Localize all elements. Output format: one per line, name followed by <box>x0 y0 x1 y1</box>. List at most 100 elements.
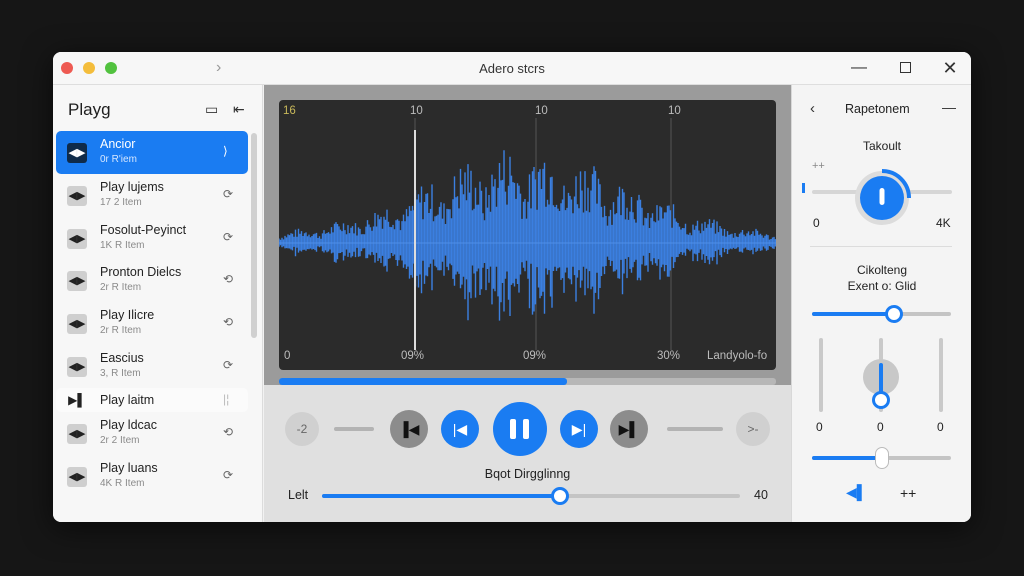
eq-slider-1[interactable] <box>819 338 823 412</box>
top-label: 10 <box>668 105 681 117</box>
item-name: Eascius <box>100 350 144 365</box>
minimize-button[interactable]: — <box>848 57 870 79</box>
track-icon: ◀▶ <box>67 143 87 163</box>
balance-knob[interactable] <box>874 447 889 469</box>
item-name: Play luans <box>100 460 158 475</box>
pause-button[interactable] <box>493 402 547 456</box>
track-icon: ◀▶ <box>67 314 87 335</box>
item-name: Play ldcac <box>100 417 157 432</box>
play-arrow-icon[interactable]: ⟳ <box>223 230 233 244</box>
volume-right-label: 40 <box>754 488 768 502</box>
play-icon: ▶▌ <box>68 392 86 407</box>
list-item[interactable]: ◀▶ Pronton Dielcs 2r R Item ⟲ <box>56 259 248 302</box>
chevron-left-icon[interactable]: ‹ <box>810 100 815 117</box>
bottom-plus-button[interactable]: ++ <box>900 485 916 501</box>
knob-ring <box>855 169 911 225</box>
list-item[interactable]: ◀▶ Ancior 0r R'iem ⟩ <box>56 131 248 174</box>
list-item[interactable]: ◀▶ Eascius 3, R Item ⟳ <box>56 345 248 388</box>
progress-fill <box>279 378 568 385</box>
knob-max-label: 4K <box>936 216 951 230</box>
eq-value: 0 <box>937 420 944 434</box>
play-arrow-icon[interactable]: ⟲ <box>223 272 233 286</box>
balance-slider[interactable] <box>812 447 951 469</box>
item-name: Pronton Dielcs <box>100 265 182 280</box>
play-arrow-icon[interactable]: ⟩ <box>223 144 228 158</box>
play-arrow-icon[interactable]: ⟳ <box>223 187 233 201</box>
glide-knob[interactable] <box>885 305 903 323</box>
item-subtitle: 3, R Item <box>100 367 141 379</box>
top-label: 16 <box>283 105 296 117</box>
top-label: 10 <box>535 105 548 117</box>
item-subtitle: 17 2 Item <box>100 196 142 208</box>
waveform-path <box>279 150 776 321</box>
playlist-sidebar: Playg ▭ ⇤ ◀▶ Ancior 0r R'iem ⟩ ◀▶ Play l… <box>53 85 263 522</box>
divider-dash <box>334 427 374 431</box>
play-arrow-icon[interactable]: ⟳ <box>223 468 233 482</box>
bottom-label: 09% <box>523 350 547 362</box>
sort-icon[interactable]: ⇤ <box>233 101 245 118</box>
glide-fill <box>812 312 894 316</box>
play-arrow-icon[interactable]: ⟲ <box>223 425 233 439</box>
waveform-graphic <box>279 118 776 350</box>
track-icon: ◀▶ <box>67 271 87 292</box>
track-icon: ◀▶ <box>67 228 87 249</box>
list-item[interactable]: ◀▶ Fosolut-Peyinct 1K R Item ⟳ <box>56 217 248 260</box>
pause-bar <box>523 419 529 439</box>
item-name: Play laitm <box>100 392 155 407</box>
play-arrow-icon[interactable]: ⟲ <box>223 315 233 329</box>
section-divider <box>810 246 952 247</box>
item-name: Fosolut-Peyinct <box>100 222 187 237</box>
list-item[interactable]: ▶▌ Play laitm |¦ <box>56 387 248 412</box>
speaker-left-icon[interactable]: ◀▌ <box>846 484 867 501</box>
bottom-label: 09% <box>401 350 425 362</box>
rewind-ghost-button[interactable]: -2 <box>285 412 319 446</box>
volume-slider[interactable] <box>322 487 740 505</box>
transport-controls: -2 ▐◀ |◀ ▶| ▶▌ >- Bqot Dirgglinng Lelt 4… <box>264 385 791 522</box>
track-icon: ◀▶ <box>67 466 87 487</box>
glide-slider[interactable] <box>812 305 951 323</box>
playback-progress[interactable] <box>279 378 776 385</box>
bottom-label: 0 <box>284 350 291 362</box>
next-icon[interactable]: ▶| <box>560 410 598 448</box>
list-item[interactable]: ◀▶ Play lujems 17 2 Item ⟳ <box>56 174 248 217</box>
section-label: Exent o: Glid <box>847 279 917 293</box>
play-arrow-icon[interactable]: ⟳ <box>223 358 233 372</box>
previous-icon[interactable]: |◀ <box>441 410 479 448</box>
waveform-display[interactable]: 16 10 10 10 0 09% 09% 30% Landyolo-fo <box>279 100 776 370</box>
minus-icon[interactable]: — <box>942 99 956 115</box>
eq-value: 0 <box>816 420 823 434</box>
eq-knob[interactable] <box>872 391 890 409</box>
right-panel: ‹ Rapetonem — Takoult ++ 0 4K Cikolteng … <box>791 85 971 522</box>
item-name: Play lujems <box>100 179 164 194</box>
folder-icon[interactable]: ▭ <box>205 101 218 118</box>
top-label: 10 <box>410 105 423 117</box>
knob-label: Takoult <box>862 139 902 153</box>
item-subtitle: 1K R Item <box>100 239 145 251</box>
pause-bar <box>510 419 516 439</box>
list-item[interactable]: ◀▶ Play ldcac 2r 2 Item ⟲ <box>56 412 248 455</box>
forward-ghost-button[interactable]: >- <box>736 412 770 446</box>
volume-title: Bqot Dirgglinng <box>484 467 571 481</box>
section-label: Cikolteng <box>856 263 908 277</box>
volume-knob[interactable] <box>551 487 570 505</box>
balance-fill <box>812 456 882 460</box>
sidebar-scrollbar[interactable] <box>251 133 257 338</box>
item-subtitle: 4K R Item <box>100 477 145 489</box>
list-item[interactable]: ◀▶ Play Ilicre 2r R Item ⟲ <box>56 302 248 345</box>
list-item[interactable]: ◀▶ Play luans 4K R Item ⟳ <box>56 455 248 498</box>
eq-slider-3[interactable] <box>939 338 943 412</box>
bars-icon: |¦ <box>223 391 230 406</box>
rotary-knob[interactable] <box>852 168 912 228</box>
skip-forward-icon[interactable]: ▶▌ <box>610 410 648 448</box>
window-title: Adero stcrs <box>479 61 545 76</box>
playlist-list: ◀▶ Ancior 0r R'iem ⟩ ◀▶ Play lujems 17 2… <box>56 131 248 497</box>
small-plus-label: ++ <box>812 160 825 172</box>
bottom-label: 30% <box>657 350 681 362</box>
level-marker <box>802 183 805 193</box>
close-button[interactable]: ✕ <box>939 57 961 79</box>
skip-back-icon[interactable]: ▐◀ <box>390 410 428 448</box>
square-icon <box>899 62 911 74</box>
app-window: › Adero stcrs — ✕ Playg ▭ ⇤ ◀▶ Ancior 0r… <box>53 52 971 522</box>
panel-title: Rapetonem <box>845 102 910 116</box>
maximize-button[interactable] <box>894 57 916 79</box>
